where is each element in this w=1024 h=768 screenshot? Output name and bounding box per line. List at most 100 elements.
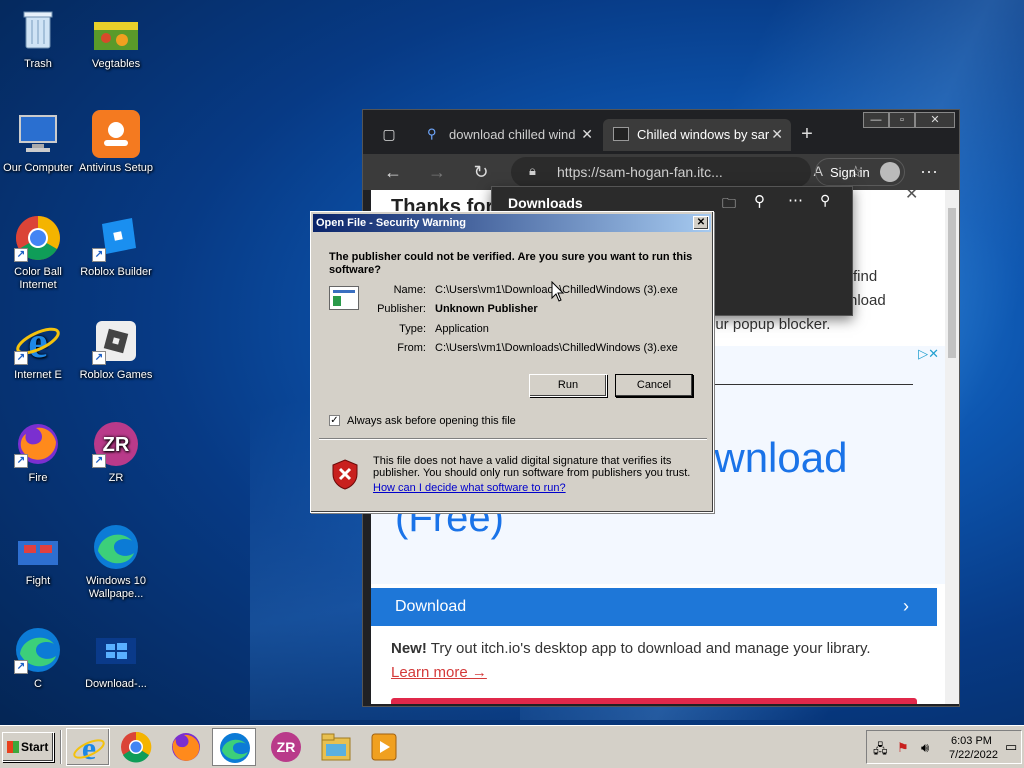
windows-logo-icon xyxy=(92,626,140,674)
tab-download-chilled-windows[interactable]: ⚲ download chilled wind ✕ xyxy=(415,119,601,151)
tab-chilled-windows[interactable]: Chilled windows by sar ✕ xyxy=(603,119,791,151)
zr-icon: ZR xyxy=(271,732,301,762)
desktop-icon-download[interactable]: Download-... xyxy=(76,626,156,691)
clock-date[interactable]: 7/22/2022 xyxy=(949,749,998,761)
chrome-icon: ↗ xyxy=(14,214,62,262)
help-link[interactable]: How can I decide what software to run? xyxy=(373,482,566,494)
from-label: From: xyxy=(397,342,426,354)
firefox-icon: ↗ xyxy=(14,420,62,468)
download-button[interactable]: Download › xyxy=(371,588,937,626)
bottom-red-bar xyxy=(391,698,917,704)
taskbar-media-player[interactable] xyxy=(362,728,406,766)
name-label: Name: xyxy=(393,284,426,296)
address-bar[interactable]: 🔒︎ https://sam-hogan-fan.itc... A ☆ xyxy=(511,157,863,187)
shortcut-arrow-icon: ↗ xyxy=(14,660,28,674)
search-icon: ⚲ xyxy=(427,126,437,141)
profile-avatar-icon xyxy=(880,162,900,182)
desktop-icon-label: Windows 10 Wallpape... xyxy=(86,575,146,600)
desktop-icon-label: Vegtables xyxy=(91,58,141,70)
desktop-icon-vegtables[interactable]: Vegtables xyxy=(76,6,156,71)
minimize-icon[interactable]: — xyxy=(863,112,889,128)
sign-in-button[interactable]: Sign in xyxy=(815,158,905,186)
tab-close-icon[interactable]: ✕ xyxy=(771,126,783,143)
desktop-icon-trash[interactable]: Trash xyxy=(0,6,78,71)
firefox-icon xyxy=(172,733,200,761)
desktop-icon-internet-e[interactable]: e ↗ Internet E xyxy=(0,317,78,382)
desktop-icon-windows-10-wallpaper[interactable]: Windows 10 Wallpape... xyxy=(76,523,156,601)
taskbar-firefox[interactable] xyxy=(164,728,208,766)
pin-icon[interactable]: ⚲ xyxy=(820,192,830,209)
svg-text:ZR: ZR xyxy=(277,739,296,755)
taskbar-separator xyxy=(60,730,62,764)
desktop-icon-antivirus-setup[interactable]: Antivirus Setup xyxy=(76,110,156,175)
maximize-icon[interactable]: ▫ xyxy=(889,112,915,128)
shortcut-arrow-icon: ↗ xyxy=(14,248,28,262)
tab-actions-icon[interactable]: ▢ xyxy=(377,122,401,146)
always-ask-checkbox[interactable]: ✓ xyxy=(329,415,340,426)
page-text-popup: our popup blocker. xyxy=(707,316,831,333)
taskbar-file-explorer[interactable] xyxy=(314,728,358,766)
taskbar-chrome[interactable] xyxy=(114,728,158,766)
more-menu-icon[interactable]: ⋯ xyxy=(917,160,941,184)
warning-text: This file does not have a valid digital … xyxy=(373,455,691,479)
cancel-button[interactable]: Cancel xyxy=(615,374,693,397)
vegetables-image-icon xyxy=(92,6,140,54)
learn-more-link[interactable]: Learn more → xyxy=(391,664,487,681)
shortcut-arrow-icon: ↗ xyxy=(92,248,106,262)
promo-text: New! Try out itch.io's desktop app to do… xyxy=(391,640,871,657)
system-tray: 🖧︎ ⚑ 🔊︎ 6:03 PM 7/22/2022 ▭ xyxy=(866,730,1022,764)
shortcut-arrow-icon: ↗ xyxy=(92,351,106,365)
desktop-icon-fight[interactable]: Fight xyxy=(0,523,78,588)
run-button[interactable]: Run xyxy=(529,374,607,397)
desktop-icon-roblox-games[interactable]: ↗ Roblox Games xyxy=(76,317,156,382)
volume-icon[interactable]: 🔊︎ xyxy=(921,740,929,756)
edge-icon xyxy=(92,523,140,571)
desktop-icon-zr[interactable]: ZR ↗ ZR xyxy=(76,420,156,485)
svg-text:e: e xyxy=(28,318,48,365)
forward-icon[interactable]: → xyxy=(425,160,449,184)
new-tab-icon[interactable]: + xyxy=(795,122,819,146)
internet-explorer-icon: e xyxy=(73,730,105,766)
back-icon[interactable]: ← xyxy=(381,160,405,184)
start-button[interactable]: Start xyxy=(2,732,54,762)
dialog-close-icon[interactable]: ✕ xyxy=(693,216,709,230)
windows-flag-icon xyxy=(7,741,19,753)
from-value: C:\Users\vm1\Downloads\ChilledWindows (3… xyxy=(435,342,678,354)
desktop-icon-label: Roblox Builder xyxy=(80,266,152,278)
close-icon[interactable]: ✕ xyxy=(915,112,955,128)
publisher-label: Publisher: xyxy=(377,303,426,315)
downloads-title: Downloads xyxy=(508,195,583,211)
page-close-icon[interactable]: ✕ xyxy=(905,190,918,204)
desktop-icon-fire[interactable]: ↗ Fire xyxy=(0,420,78,485)
scrollbar[interactable] xyxy=(945,190,959,704)
desktop-icon-our-computer[interactable]: Our Computer xyxy=(0,110,78,175)
clock-time[interactable]: 6:03 PM xyxy=(951,735,992,747)
taskbar-edge[interactable] xyxy=(212,728,256,766)
desktop-icon-label: Color Ball Internet xyxy=(14,266,62,291)
desktop-icon-c[interactable]: ↗ C xyxy=(0,626,78,691)
tab-close-icon[interactable]: ✕ xyxy=(581,126,593,143)
scrollbar-thumb[interactable] xyxy=(948,208,956,358)
dialog-question: The publisher could not be verified. Are… xyxy=(329,251,693,276)
desktop-icon-label: Roblox Games xyxy=(79,369,153,381)
roblox-icon: ↗ xyxy=(92,317,140,365)
ad-headline: ownload xyxy=(691,434,848,481)
folder-icon[interactable]: 🗀︎ xyxy=(722,193,736,217)
desktop-icon-label: Antivirus Setup xyxy=(79,162,153,174)
desktop-icon-color-ball-internet[interactable]: ↗ Color Ball Internet xyxy=(0,214,78,292)
desktop-icon-roblox-builder[interactable]: ↗ Roblox Builder xyxy=(76,214,156,279)
page-text-download: nload xyxy=(849,292,886,309)
network-icon[interactable]: 🖧︎ xyxy=(873,740,888,762)
desktop-icon-label: Internet E xyxy=(14,369,62,381)
taskbar-internet-explorer[interactable]: e xyxy=(66,728,110,766)
ad-choices-icon[interactable]: ▷✕ xyxy=(918,346,939,362)
show-desktop-icon[interactable]: ▭ xyxy=(1005,739,1017,755)
always-ask-label[interactable]: Always ask before opening this file xyxy=(347,415,516,427)
more-options-icon[interactable]: ⋯ xyxy=(788,191,803,209)
security-alert-icon[interactable]: ⚑ xyxy=(897,740,909,756)
svg-text:ZR: ZR xyxy=(103,434,130,456)
taskbar-zr[interactable]: ZR xyxy=(264,728,308,766)
search-icon[interactable]: ⚲ xyxy=(754,192,765,210)
refresh-icon[interactable]: ↻ xyxy=(469,160,493,184)
computer-icon xyxy=(14,110,62,158)
